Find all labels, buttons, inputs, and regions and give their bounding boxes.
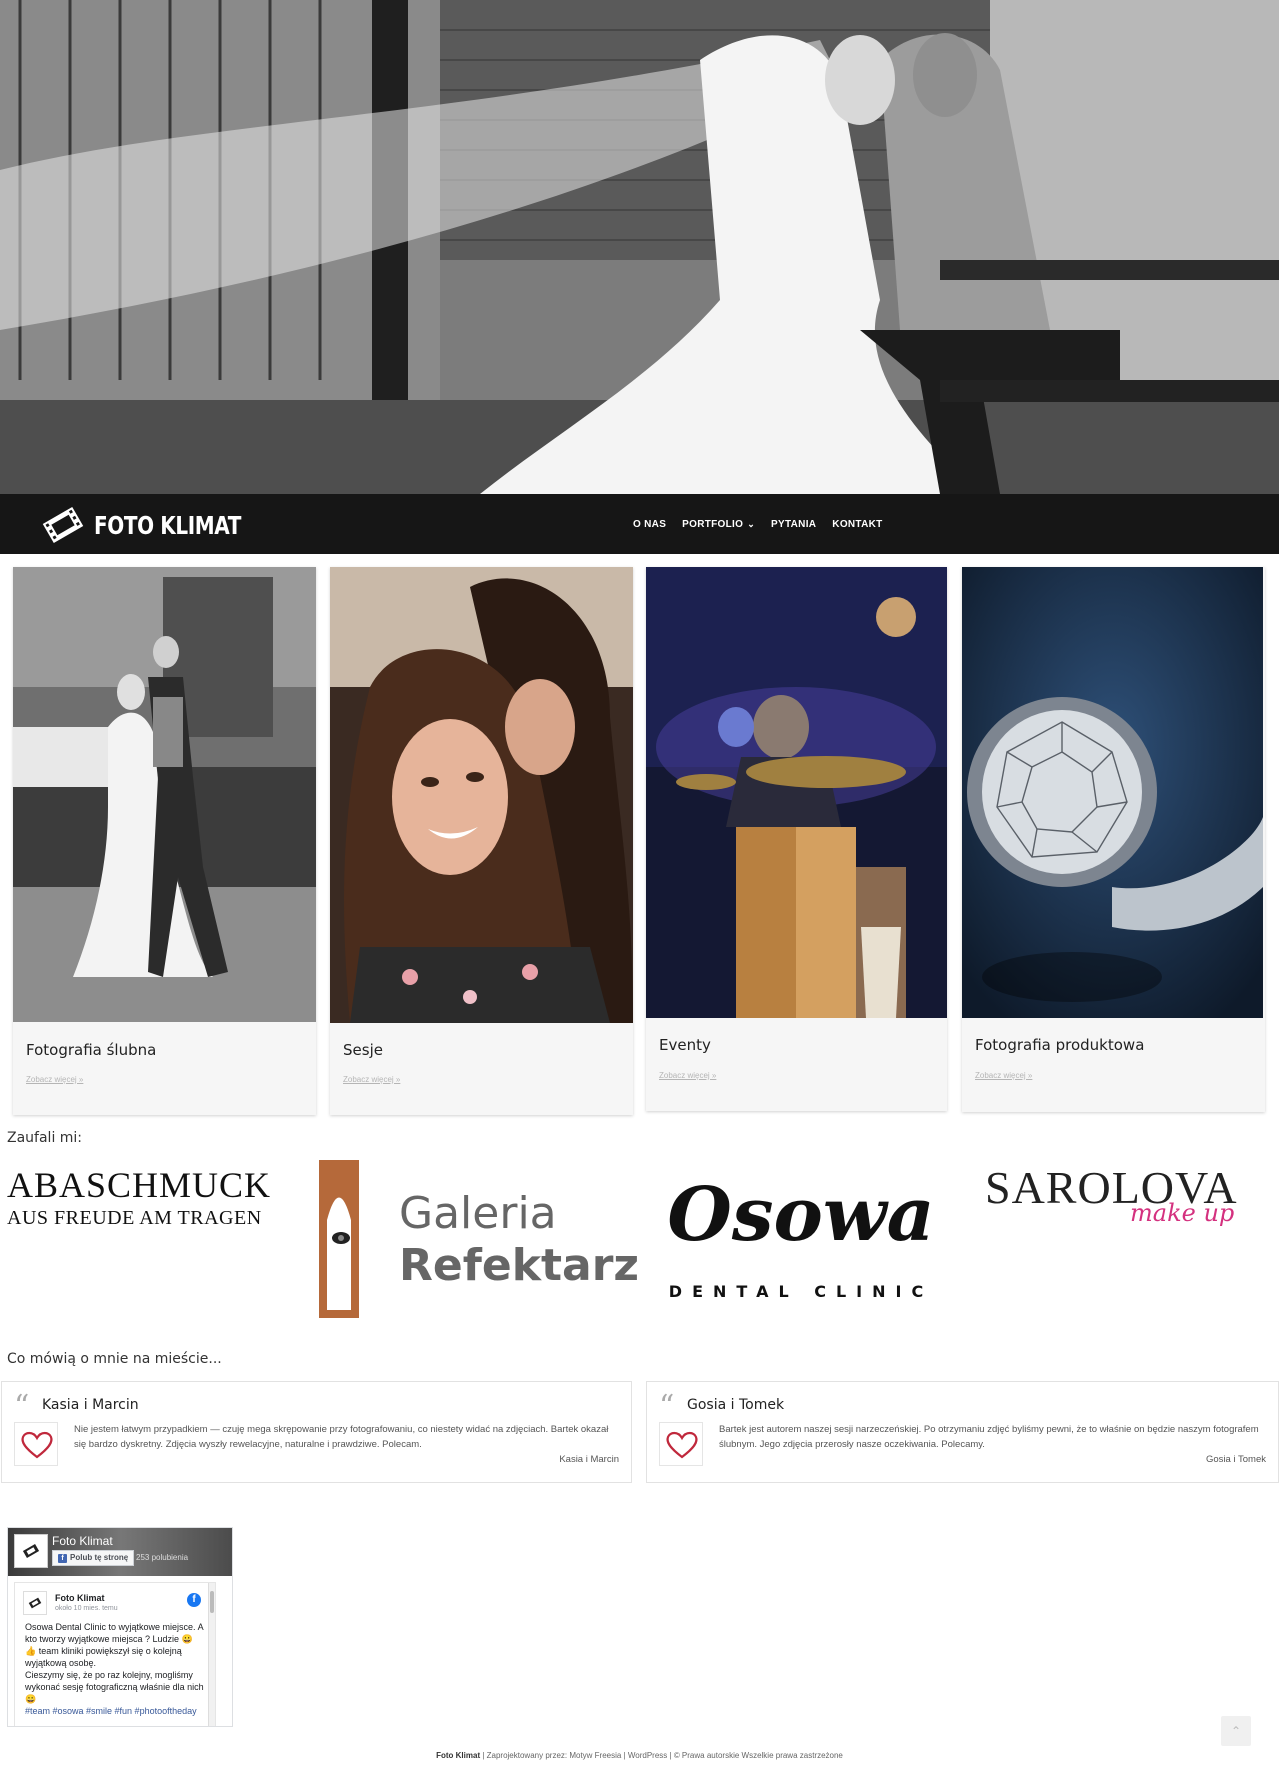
osowa-wordmark: Osowa [667,1172,935,1258]
nav-o-nas[interactable]: O NAS [633,519,666,530]
card-title: Eventy [659,1036,711,1054]
site-logo[interactable]: FOTO KLIMAT [40,502,278,548]
testimonial-card: “ Kasia i Marcin Nie jestem łatwym przyp… [1,1381,632,1483]
testimonials-heading: Co mówią o mnie na mieście... [7,1351,222,1367]
card-more-link[interactable]: Zobacz więcej » [26,1075,83,1084]
testimonial-author: Kasia i Marcin [559,1454,619,1465]
footer-credits: | Zaprojektowany przez: Motyw Freesia | … [480,1751,843,1760]
portfolio-card-events[interactable]: Eventy Zobacz więcej » [646,567,947,1111]
fb-post-time[interactable]: około 10 mies. temu [55,1605,118,1612]
fb-post-hashtags[interactable]: #team #osowa #smile #fun #photooftheday [25,1705,205,1717]
galeria-word: Galeria [399,1188,557,1239]
main-navbar: FOTO KLIMAT O NAS PORTFOLIO ⌄ PYTANIA KON… [0,494,1279,554]
refektarz-word: Refektarz [399,1240,640,1291]
sarolova-tagline: make up [1130,1199,1235,1227]
fb-likes-count: 253 polubienia [136,1553,189,1562]
fb-page-avatar[interactable] [14,1534,48,1568]
clients-heading: Zaufali mi: [7,1130,83,1146]
nav-pytania[interactable]: PYTANIA [771,519,816,530]
nav-kontakt-label: KONTAKT [832,518,883,530]
galeria-arch-icon [319,1160,359,1318]
wedding-photo [13,567,316,1022]
card-more-link[interactable]: Zobacz więcej » [975,1071,1032,1080]
scroll-to-top-button[interactable]: ⌃ [1221,1716,1251,1746]
fb-page-name[interactable]: Foto Klimat [52,1534,113,1548]
fb-like-button[interactable]: f Polub tę stronę [52,1550,135,1566]
card-more-link[interactable]: Zobacz więcej » [659,1071,716,1080]
facebook-page-widget[interactable]: Foto Klimat f Polub tę stronę 253 polubie… [7,1527,233,1727]
footer-brand[interactable]: Foto Klimat [436,1751,480,1760]
testimonial-name: Gosia i Tomek [687,1397,785,1413]
nav-pytania-label: PYTANIA [771,518,817,530]
fb-post-avatar [23,1591,47,1615]
nav-o-nas-label: O NAS [633,518,667,530]
testimonial-text: Nie jestem łatwym przypadkiem — czuję me… [74,1424,609,1450]
client-logo-sarolova[interactable]: SAROLOVA make up [985,1163,1245,1233]
main-menu: O NAS PORTFOLIO ⌄ PYTANIA KONTAKT [633,494,899,554]
concert-photo [646,567,947,1018]
film-reel-icon [42,506,84,544]
card-title: Fotografia ślubna [26,1041,157,1059]
quote-icon: “ [14,1389,30,1424]
testimonial-author: Gosia i Tomek [1205,1454,1266,1465]
hero-image [0,0,1279,494]
fb-post-author[interactable]: Foto Klimat [55,1593,105,1603]
client-logo-osowa[interactable]: Osowa DENTAL CLINIC [661,1170,941,1305]
abaschmuck-tagline: AUS FREUDE AM TRAGEN [7,1207,262,1229]
diamond-ring-photo [962,567,1263,1018]
fb-scrollbar[interactable] [208,1583,215,1726]
client-logo-galeria-refektarz[interactable]: Galeria Refektarz [319,1160,639,1318]
chevron-down-icon: ⌄ [747,518,756,529]
testimonial-name: Kasia i Marcin [42,1397,139,1413]
portrait-session-photo [330,567,633,1023]
fb-post-text: Osowa Dental Clinic to wyjątkowe miejsce… [25,1621,205,1717]
heart-icon [14,1422,58,1466]
portfolio-card-sessions[interactable]: Sesje Zobacz więcej » [330,567,633,1115]
nav-portfolio-label: PORTFOLIO [682,518,744,530]
testimonial-text: Bartek jest autorem naszej sesji narzecz… [719,1424,1259,1450]
brand-name: FOTO KLIMAT [94,510,242,540]
fb-scrollbar-thumb[interactable] [210,1591,214,1613]
testimonial-card: “ Gosia i Tomek Bartek jest autorem nasz… [646,1381,1279,1483]
portfolio-card-wedding[interactable]: Fotografia ślubna Zobacz więcej » [13,567,316,1115]
facebook-icon: f [58,1554,67,1563]
chevron-up-icon: ⌃ [1230,1724,1242,1738]
card-title: Fotografia produktowa [975,1036,1145,1054]
fb-like-label: Polub tę stronę [70,1553,129,1562]
nav-portfolio[interactable]: PORTFOLIO ⌄ [682,519,755,530]
fb-post-body: Osowa Dental Clinic to wyjątkowe miejsce… [25,1622,204,1704]
fb-post[interactable]: Foto Klimat około 10 mies. temu f Osowa … [14,1582,216,1726]
site-footer: Foto Klimat | Zaprojektowany przez: Moty… [0,1751,1279,1760]
wedding-couple-photo [0,0,1279,494]
film-reel-icon [28,1597,42,1609]
abaschmuck-name: ABASCHMUCK [7,1165,272,1205]
nav-kontakt[interactable]: KONTAKT [832,519,882,530]
heart-icon [659,1422,703,1466]
osowa-subtitle: DENTAL CLINIC [668,1282,934,1301]
card-more-link[interactable]: Zobacz więcej » [343,1075,400,1084]
film-reel-icon [22,1544,40,1558]
portfolio-card-product[interactable]: Fotografia produktowa Zobacz więcej » [962,567,1265,1112]
card-title: Sesje [343,1041,383,1059]
quote-icon: “ [659,1389,675,1424]
facebook-logo-icon: f [187,1593,201,1607]
client-logo-abaschmuck[interactable]: ABASCHMUCK AUS FREUDE AM TRAGEN [7,1165,272,1245]
